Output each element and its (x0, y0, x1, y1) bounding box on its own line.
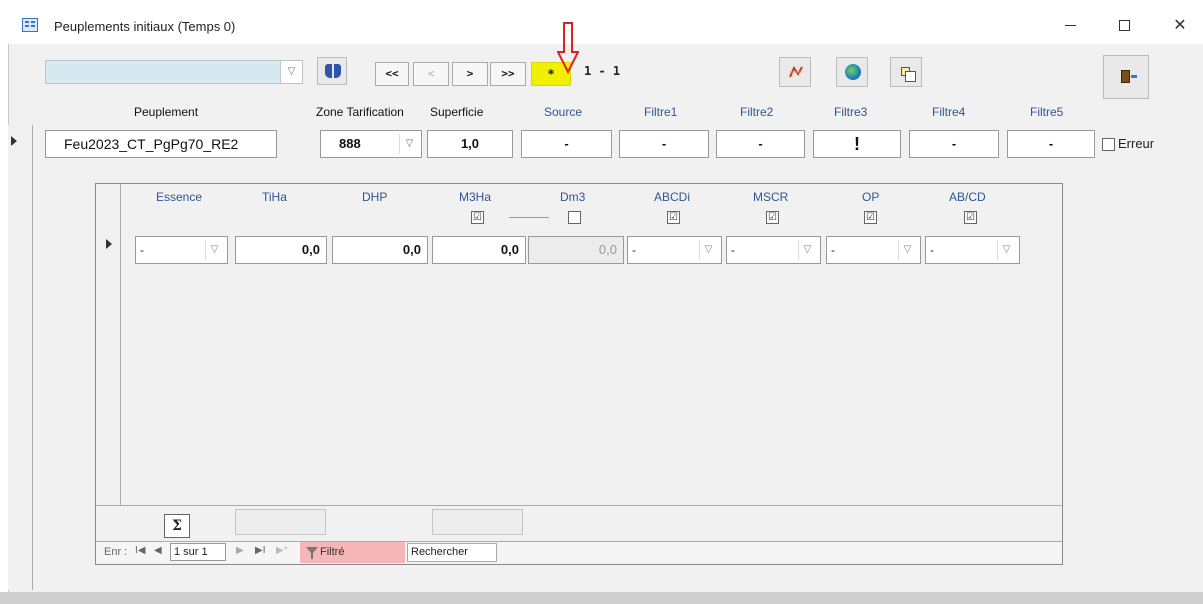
copy-icon (901, 67, 916, 82)
first-record-button[interactable]: << (375, 62, 409, 86)
chevron-down-icon[interactable]: ▽ (280, 61, 302, 83)
record-selector[interactable] (8, 125, 33, 590)
total-field-2 (432, 509, 523, 535)
mscr-checkbox[interactable]: ☑ (766, 211, 779, 224)
header-filtre5: Filtre5 (1030, 105, 1064, 119)
exit-door-icon (1121, 70, 1137, 83)
minimize-button[interactable] (1050, 16, 1090, 38)
binoculars-icon (325, 64, 341, 78)
filtre4-field[interactable]: - (909, 130, 999, 158)
tiha-field[interactable]: 0,0 (235, 236, 327, 264)
source-field[interactable]: - (521, 130, 612, 158)
col-mscr: MSCR (753, 190, 789, 204)
dhp-field[interactable]: 0,0 (332, 236, 428, 264)
dm3-field: 0,0 (528, 236, 624, 264)
search-input[interactable]: Rechercher (407, 543, 497, 562)
prev-record-nav-button[interactable]: ◀ (154, 545, 162, 556)
search-combo[interactable]: ▽ (45, 60, 303, 84)
op-checkbox[interactable]: ☑ (864, 211, 877, 224)
previous-record-button[interactable]: < (413, 62, 449, 86)
current-record-icon (11, 136, 17, 146)
filter-funnel-icon (306, 547, 318, 559)
maximize-icon (1118, 20, 1130, 32)
abcd-checkbox[interactable]: ☑ (964, 211, 977, 224)
col-dm3: Dm3 (560, 190, 586, 204)
col-essence: Essence (156, 190, 203, 204)
next-record-button[interactable]: > (452, 62, 488, 86)
erreur-label: Erreur (1118, 136, 1155, 151)
status-bar (0, 592, 1203, 604)
maximize-button[interactable] (1104, 16, 1144, 38)
total-field-1 (235, 509, 326, 535)
m3ha-checkbox[interactable]: ☑ (471, 211, 484, 224)
dm3-checkbox[interactable] (568, 211, 581, 224)
filtre1-field[interactable]: - (619, 130, 709, 158)
chart-icon (789, 66, 803, 78)
first-record-nav-button[interactable]: I◀ (135, 545, 145, 556)
chart-tool-button[interactable] (779, 57, 811, 87)
chevron-down-icon[interactable]: ▽ (798, 240, 816, 260)
last-record-button[interactable]: >> (490, 62, 526, 86)
header-filtre3: Filtre3 (834, 105, 868, 119)
record-label: Enr : (104, 546, 128, 558)
col-abcdi: ABCDi (654, 190, 691, 204)
col-op: OP (862, 190, 880, 204)
chevron-down-icon[interactable]: ▽ (399, 134, 419, 154)
separator-line (509, 217, 549, 218)
subform-record-selector[interactable] (96, 184, 121, 505)
current-row-icon (106, 239, 112, 249)
record-counter: 1 - 1 (584, 64, 621, 78)
map-tool-button[interactable] (836, 57, 868, 87)
header-zone-tarification: Zone Tarification (316, 105, 404, 119)
col-dhp: DHP (362, 190, 388, 204)
chevron-down-icon[interactable]: ▽ (699, 240, 717, 260)
abcdi-combo[interactable]: - ▽ (627, 236, 722, 264)
col-tiha: TiHa (262, 190, 287, 204)
chevron-down-icon[interactable]: ▽ (898, 240, 916, 260)
form-icon (22, 18, 38, 32)
peuplement-field[interactable]: Feu2023_CT_PgPg70_RE2 (45, 130, 277, 158)
record-position-field[interactable]: 1 sur 1 (170, 543, 226, 561)
header-peuplement: Peuplement (134, 105, 199, 119)
abcdi-checkbox[interactable]: ☑ (667, 211, 680, 224)
exit-button[interactable] (1103, 55, 1149, 99)
chevron-down-icon[interactable]: ▽ (205, 240, 223, 260)
zone-tarification-combo[interactable]: 888 ▽ (320, 130, 422, 158)
filter-toggle-button[interactable]: Filtré (300, 542, 405, 563)
new-record-nav-button[interactable]: ▶* (276, 545, 288, 556)
window-title: Peuplements initiaux (Temps 0) (54, 19, 236, 34)
red-down-arrow-icon (557, 22, 579, 74)
mscr-combo[interactable]: - ▽ (726, 236, 821, 264)
chevron-down-icon[interactable]: ▽ (997, 240, 1015, 260)
essence-combo[interactable]: - ▽ (135, 236, 228, 264)
col-abcd: AB/CD (949, 190, 986, 204)
abcd-combo[interactable]: - ▽ (925, 236, 1020, 264)
sum-button[interactable]: Σ (164, 514, 190, 538)
col-m3ha: M3Ha (459, 190, 492, 204)
filtre2-field[interactable]: - (716, 130, 805, 158)
close-button[interactable]: ✕ (1160, 16, 1200, 38)
filtre5-field[interactable]: - (1007, 130, 1095, 158)
op-combo[interactable]: - ▽ (826, 236, 921, 264)
header-superficie: Superficie (430, 105, 484, 119)
minimize-icon (1064, 25, 1076, 27)
filtre3-field[interactable]: ! (813, 130, 901, 158)
m3ha-field[interactable]: 0,0 (432, 236, 526, 264)
globe-icon (845, 64, 861, 80)
superficie-field[interactable]: 1,0 (427, 130, 513, 158)
last-record-nav-button[interactable]: ▶I (255, 545, 265, 556)
next-record-nav-button[interactable]: ▶ (236, 545, 244, 556)
find-button[interactable] (317, 57, 347, 85)
copy-tool-button[interactable] (890, 57, 922, 87)
header-filtre2: Filtre2 (740, 105, 774, 119)
header-filtre4: Filtre4 (932, 105, 966, 119)
header-source: Source (544, 105, 583, 119)
header-filtre1: Filtre1 (644, 105, 678, 119)
erreur-checkbox[interactable] (1102, 138, 1115, 151)
